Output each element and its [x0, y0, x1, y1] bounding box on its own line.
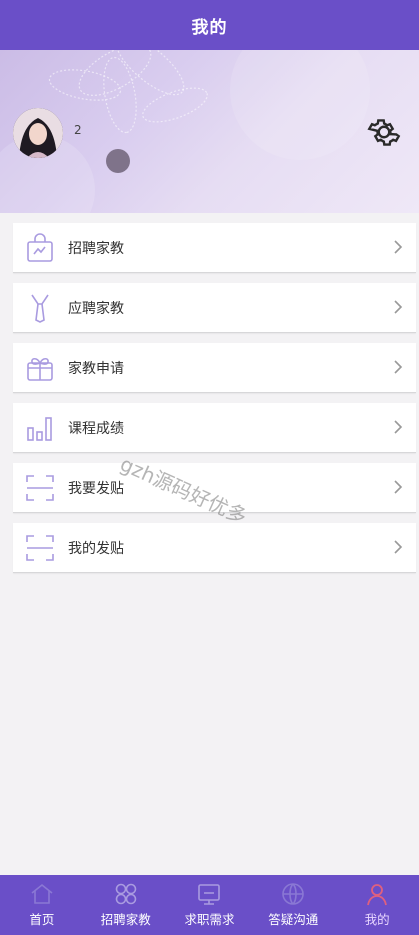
avatar[interactable] [13, 108, 63, 158]
tab-label: 答疑沟通 [268, 912, 319, 927]
tab-job-demand[interactable]: 求职需求 [168, 875, 252, 935]
chevron-right-icon [394, 360, 403, 374]
scan-frame-icon [25, 473, 55, 503]
bar-chart-icon [25, 413, 55, 443]
grid-clover-icon [115, 883, 136, 905]
tab-recruit-tutor[interactable]: 招聘家教 [84, 875, 168, 935]
tab-label: 求职需求 [184, 912, 235, 927]
menu-item-my-posts[interactable]: 我的发贴 [13, 523, 416, 573]
menu-item-apply-tutor[interactable]: 应聘家教 [13, 283, 416, 333]
username: 2 [74, 123, 82, 137]
tab-mine[interactable]: 我的 [335, 875, 419, 935]
tab-home[interactable]: 首页 [0, 875, 84, 935]
menu-item-recruit-tutor[interactable]: 招聘家教 [13, 223, 416, 273]
tab-qa-chat[interactable]: 答疑沟通 [251, 875, 335, 935]
chevron-right-icon [394, 300, 403, 314]
globe-icon [282, 883, 305, 905]
menu-item-label: 应聘家教 [68, 300, 124, 317]
profile-banner: 2 [0, 50, 419, 213]
settings-gear-icon[interactable] [366, 114, 402, 150]
shopping-bag-icon [25, 232, 55, 263]
tie-icon [25, 293, 55, 323]
scan-frame-icon [25, 533, 55, 563]
tab-label: 招聘家教 [100, 912, 151, 927]
menu-item-label: 课程成绩 [68, 420, 124, 437]
chevron-right-icon [394, 240, 403, 254]
bottom-tab-bar: 首页 招聘家教 求职需求 答疑沟通 我的 [0, 875, 419, 935]
menu-item-label: 我的发贴 [68, 540, 124, 557]
screen-icon [198, 884, 221, 905]
menu-item-tutor-application[interactable]: 家教申请 [13, 343, 416, 393]
menu-item-label: 家教申请 [68, 360, 124, 377]
menu-item-course-grades[interactable]: 课程成绩 [13, 403, 416, 453]
avatar-image [13, 108, 63, 158]
menu-item-label: 我要发贴 [68, 480, 124, 497]
menu-list: 招聘家教 应聘家教 家教申请 课程成绩 我要发贴 我的发贴 [13, 223, 416, 583]
menu-item-label: 招聘家教 [68, 240, 124, 257]
chevron-right-icon [394, 480, 403, 494]
user-icon [367, 884, 387, 906]
home-icon [31, 883, 53, 904]
chevron-right-icon [394, 420, 403, 434]
chevron-right-icon [394, 540, 403, 554]
page-title-bar: 我的 [0, 0, 419, 50]
page-title: 我的 [191, 17, 228, 38]
tab-label: 我的 [364, 912, 390, 927]
gift-icon [25, 353, 55, 383]
status-dot [106, 149, 130, 173]
tab-label: 首页 [29, 912, 55, 927]
menu-item-new-post[interactable]: 我要发贴 [13, 463, 416, 513]
